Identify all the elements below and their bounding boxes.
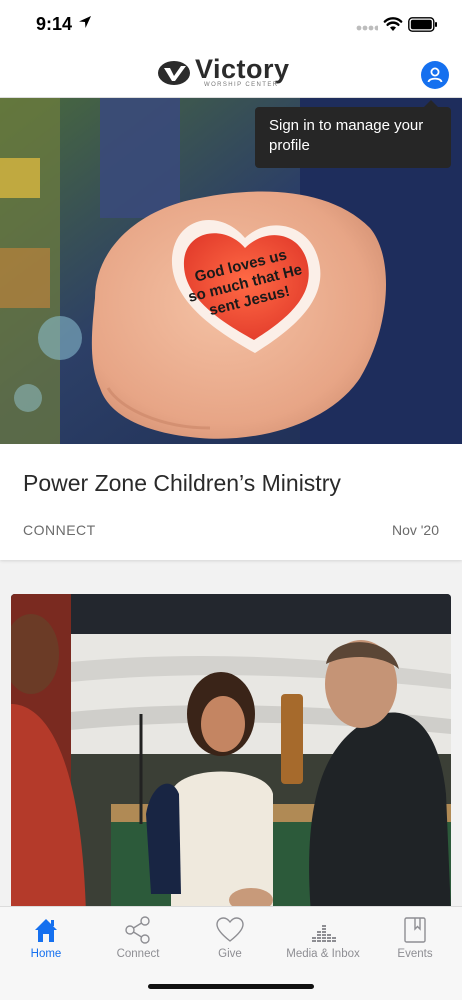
bookmark-book-icon	[404, 917, 426, 943]
card-title: Power Zone Children’s Ministry	[23, 470, 341, 496]
victory-logo[interactable]: Victory WORSHIP CENTER	[157, 54, 307, 93]
tab-give[interactable]: Give	[184, 907, 276, 977]
card-category: CONNECT	[23, 522, 96, 538]
location-arrow-icon	[79, 16, 91, 28]
tab-home[interactable]: Home	[0, 907, 92, 977]
profile-button[interactable]	[421, 61, 449, 89]
tab-events[interactable]: Events	[369, 907, 461, 977]
equalizer-icon	[312, 925, 336, 942]
person-circle-icon	[427, 67, 443, 83]
tab-connect[interactable]: Connect	[92, 907, 184, 977]
home-indicator	[148, 984, 314, 989]
home-icon	[35, 919, 57, 942]
victory-logo-mark-icon	[158, 61, 190, 85]
app-header: Victory WORSHIP CENTER	[0, 52, 462, 98]
card-date: Nov '20	[391, 522, 439, 538]
tab-media-inbox-label: Media & Inbox	[286, 948, 360, 960]
cellular-signal-icon	[356, 25, 378, 31]
heart-icon	[216, 917, 244, 942]
tab-connect-label: Connect	[116, 948, 160, 960]
tab-give-label: Give	[218, 948, 242, 960]
sign-in-tooltip[interactable]: Sign in to manage your profile	[255, 100, 451, 168]
tab-media-inbox[interactable]: Media & Inbox	[277, 907, 369, 977]
status-bar: 9:14	[0, 0, 462, 52]
share-icon	[125, 916, 150, 944]
status-time: 9:14	[36, 14, 73, 34]
tooltip-text: Sign in to manage your profile	[269, 117, 424, 154]
tab-events-label: Events	[397, 948, 433, 960]
feed-card-image[interactable]	[11, 594, 451, 914]
logo-subtext: WORSHIP CENTER	[204, 82, 279, 88]
people-greeting-in-church-photo	[11, 594, 451, 914]
wifi-icon	[383, 17, 403, 31]
battery-icon	[408, 17, 437, 32]
logo-text: Victory	[195, 54, 290, 84]
tab-home-label: Home	[30, 948, 62, 960]
